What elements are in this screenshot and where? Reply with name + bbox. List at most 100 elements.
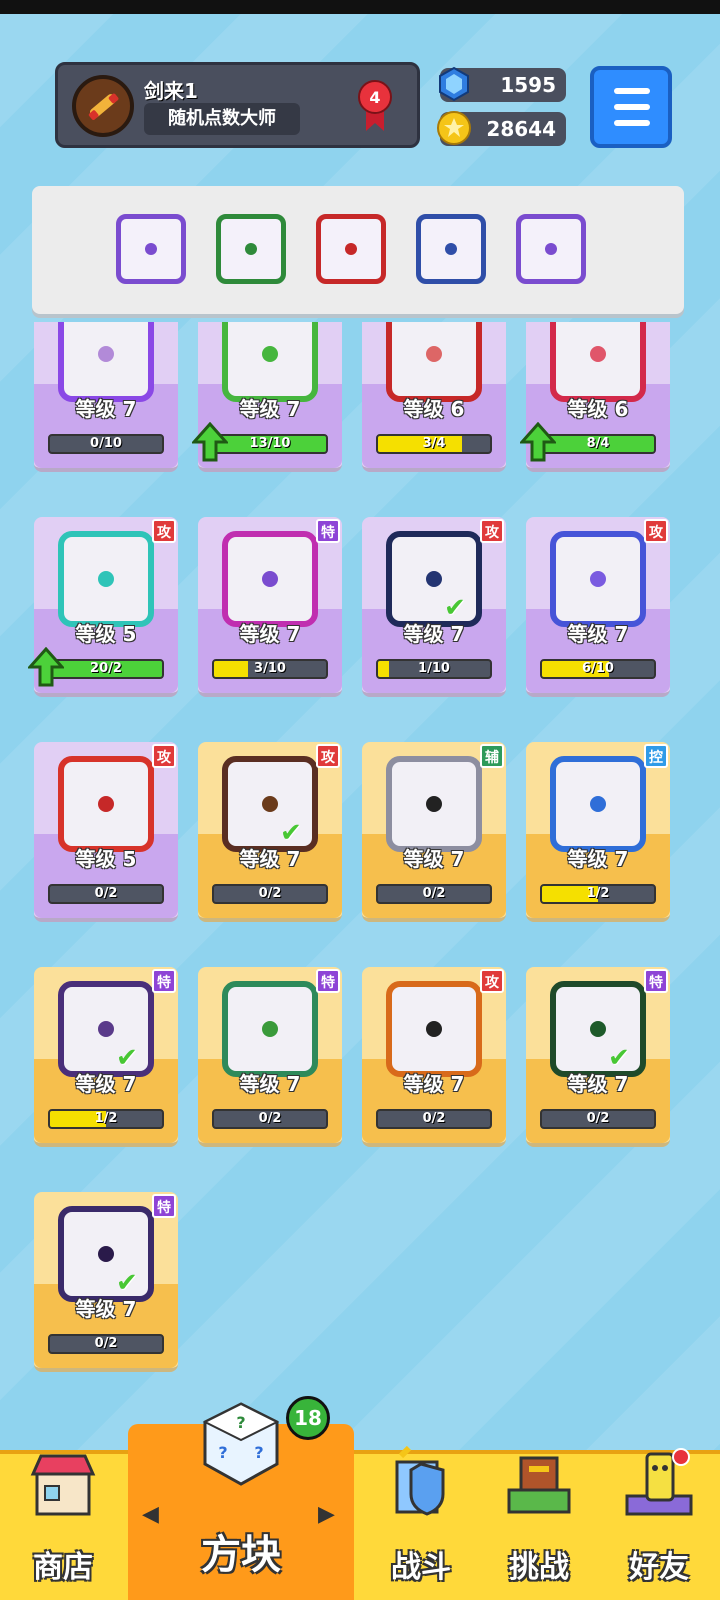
- dice-pip: [262, 1021, 278, 1037]
- upgrade-progress-bar: 8/4: [540, 434, 656, 454]
- dice-card[interactable]: 等级 7 1/2 控: [526, 742, 670, 922]
- gem-counter[interactable]: 1595: [439, 66, 566, 102]
- dice-card[interactable]: 等级 5 20/2 攻: [28, 517, 178, 697]
- dice-level: 等级 7: [567, 622, 629, 646]
- player-name: 剑来1: [144, 79, 198, 103]
- bottom-navigation: 商店 ??? 方块 战斗 挑战 好友: [0, 1402, 720, 1600]
- dice-card[interactable]: 等级 7 0/2 特 ✔: [526, 967, 670, 1147]
- dice-level: 等级 6: [403, 397, 465, 421]
- dice-type-badge: 控: [644, 744, 668, 768]
- dragon-dice-icon[interactable]: [316, 214, 386, 284]
- dice-card[interactable]: 等级 7 0/2 特: [198, 967, 342, 1147]
- progress-text: 1/10: [418, 661, 450, 676]
- dice-level: 等级 7: [567, 1072, 629, 1096]
- nav-dice-label: 方块: [201, 1532, 281, 1578]
- star-dice-icon: [222, 756, 318, 852]
- dice-pip: [445, 243, 457, 255]
- menu-line: [614, 104, 650, 110]
- nav-challenge[interactable]: 挑战: [480, 1454, 598, 1600]
- dice-card[interactable]: 等级 7 0/2 攻 ✔: [198, 742, 342, 922]
- progress-text: 1/2: [94, 1111, 118, 1126]
- upgrade-progress-bar: 3/10: [212, 659, 328, 679]
- dice-type-badge: 特: [644, 969, 668, 993]
- notification-dot: [672, 1448, 690, 1466]
- new-dice-count-badge: 18: [286, 1396, 330, 1440]
- dice-pip: [262, 571, 278, 587]
- dice-type-badge: 攻: [152, 519, 176, 543]
- dice-pip: [590, 1021, 606, 1037]
- nav-friends[interactable]: 好友: [598, 1452, 720, 1600]
- dice-card[interactable]: 等级 7 0/2 辅: [362, 742, 506, 922]
- dice-card[interactable]: 等级 5 0/2 攻: [34, 742, 178, 922]
- player-profile[interactable]: 剑来1 随机点数大师 4: [55, 62, 420, 148]
- dice-card[interactable]: 等级 7 0/2 特 ✔: [34, 1192, 178, 1372]
- dice-card[interactable]: 等级 7 1/2 特 ✔: [34, 967, 178, 1147]
- dice-type-badge: 特: [316, 519, 340, 543]
- dice-card[interactable]: 等级 7 0/2 攻: [362, 967, 506, 1147]
- dice-level: 等级 7: [75, 1072, 137, 1096]
- dice-card[interactable]: 等级 7 6/10 攻: [526, 517, 670, 697]
- upgrade-progress-bar: 1/2: [540, 884, 656, 904]
- progress-text: 0/10: [90, 436, 122, 451]
- dragon-dice-icon[interactable]: [216, 214, 286, 284]
- cross-dice-icon: [550, 322, 646, 402]
- dice-card[interactable]: 等级 6 3/4: [362, 322, 506, 472]
- upgrade-progress-bar: 0/10: [48, 434, 164, 454]
- progress-text: 0/2: [94, 886, 118, 901]
- dice-pip: [590, 796, 606, 812]
- upgrade-available-arrow-icon: [192, 422, 228, 462]
- upgrade-progress-bar: 13/10: [212, 434, 328, 454]
- nav-next-arrow-icon[interactable]: ▶: [318, 1502, 335, 1527]
- void-dice-icon: [58, 1206, 154, 1302]
- dice-collection-grid[interactable]: 等级 7 0/10 等级 7 13/10 等级 6 3/4 等级 6 8/4 等级 5 20/2 攻…: [0, 322, 720, 1402]
- dice-type-badge: 特: [152, 969, 176, 993]
- nav-shop[interactable]: 商店: [0, 1454, 126, 1600]
- progress-text: 0/2: [422, 886, 446, 901]
- dice-level: 等级 7: [403, 1072, 465, 1096]
- status-bar: [0, 0, 720, 14]
- nav-friends-label: 好友: [629, 1550, 689, 1585]
- dice-level: 等级 5: [75, 622, 137, 646]
- menu-line: [614, 88, 650, 94]
- menu-button[interactable]: [590, 66, 672, 148]
- rank-badge-icon: 4: [358, 79, 392, 131]
- dice-card[interactable]: 等级 7 0/10: [34, 322, 178, 472]
- dice-pip: [426, 796, 442, 812]
- dice-level: 等级 7: [403, 847, 465, 871]
- upgrade-progress-bar: 1/10: [376, 659, 492, 679]
- dice-level: 等级 5: [75, 847, 137, 871]
- coin-counter[interactable]: 28644: [437, 111, 566, 146]
- fire-dice-icon: [58, 756, 154, 852]
- upgrade-progress-bar: 0/2: [540, 1109, 656, 1129]
- dice-card[interactable]: 等级 7 13/10: [192, 322, 342, 472]
- equipped-check-icon: ✔: [116, 1268, 138, 1298]
- equipped-check-icon: ✔: [116, 1043, 138, 1073]
- dice-type-badge: 辅: [480, 744, 504, 768]
- upgrade-progress-bar: 0/2: [48, 1334, 164, 1354]
- dice-card[interactable]: 等级 7 3/10 特: [198, 517, 342, 697]
- rainbow-dice-icon: [58, 322, 154, 402]
- scroll-icon: [88, 93, 119, 120]
- dice-card[interactable]: 等级 6 8/4: [520, 322, 670, 472]
- avatar[interactable]: [72, 75, 134, 137]
- dragon-dice-icon[interactable]: [116, 214, 186, 284]
- equipped-deck[interactable]: [32, 186, 684, 314]
- upgrade-progress-bar: 3/4: [376, 434, 492, 454]
- gear-dice-icon[interactable]: [416, 214, 486, 284]
- coin-icon: [436, 110, 472, 146]
- progress-text: 0/2: [422, 1111, 446, 1126]
- rank-number: 4: [369, 88, 380, 107]
- upgrade-available-arrow-icon: [520, 422, 556, 462]
- nav-battle[interactable]: 战斗: [362, 1445, 480, 1600]
- gem-count: 1595: [500, 73, 556, 97]
- dice-type-badge: 攻: [644, 519, 668, 543]
- dice-pip: [98, 1021, 114, 1037]
- equipped-check-icon: ✔: [608, 1043, 630, 1073]
- dice-card[interactable]: 等级 7 1/10 攻 ✔: [362, 517, 506, 697]
- dice-level: 等级 7: [75, 397, 137, 421]
- dice-type-badge: 特: [316, 969, 340, 993]
- dice-level: 等级 7: [567, 847, 629, 871]
- upgrade-progress-bar: 1/2: [48, 1109, 164, 1129]
- dragon-dice-icon[interactable]: [516, 214, 586, 284]
- nav-prev-arrow-icon[interactable]: ◀: [142, 1502, 159, 1527]
